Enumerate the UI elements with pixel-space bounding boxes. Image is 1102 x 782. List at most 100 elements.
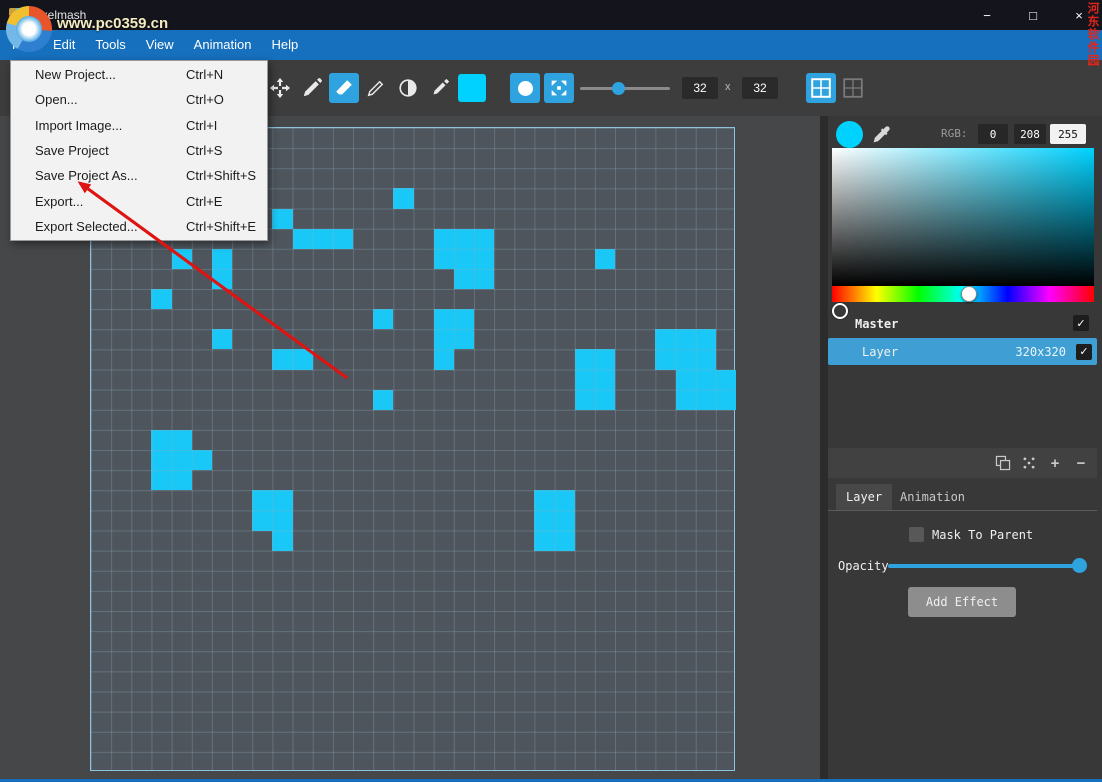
brush-shape-button[interactable] — [510, 73, 540, 103]
pen-tool-button[interactable] — [425, 73, 455, 103]
canvas-pixel — [373, 309, 393, 329]
canvas-pixel — [333, 229, 353, 249]
menu-item-open[interactable]: Open...Ctrl+O — [11, 87, 267, 112]
layer-visibility-checkbox[interactable]: ✓ — [1076, 344, 1092, 360]
minus-icon: − — [1077, 455, 1086, 472]
red-value-field[interactable]: 0 — [978, 124, 1008, 144]
canvas-pixel — [393, 188, 413, 208]
layer-row[interactable]: Layer 320x320 ✓ — [828, 338, 1097, 365]
saturation-value-field[interactable] — [832, 148, 1094, 286]
canvas-pixel — [434, 329, 454, 349]
tab-animation[interactable]: Animation — [890, 484, 975, 511]
canvas-pixel — [696, 390, 716, 410]
canvas-pixel — [151, 289, 171, 309]
scatter-icon — [548, 77, 570, 99]
canvas-pixel — [676, 329, 696, 349]
canvas-pixel — [575, 370, 595, 390]
canvas-pixel — [454, 229, 474, 249]
sv-marker[interactable] — [832, 303, 848, 319]
close-button[interactable]: × — [1056, 0, 1102, 30]
canvas-pixel — [172, 470, 192, 490]
eyedropper-button[interactable] — [870, 124, 892, 146]
menubar: FileEditToolsViewAnimationHelp — [0, 30, 1102, 60]
menu-item-export-selected[interactable]: Export Selected...Ctrl+Shift+E — [11, 214, 267, 239]
menu-item-label: Import Image... — [35, 118, 186, 133]
minimize-button[interactable]: − — [964, 0, 1010, 30]
current-color-circle[interactable] — [836, 121, 863, 148]
canvas-width-input[interactable] — [682, 77, 718, 99]
grid-toggle-2-button[interactable] — [838, 73, 868, 103]
merge-layer-button[interactable] — [1018, 452, 1040, 474]
maximize-button[interactable]: □ — [1010, 0, 1056, 30]
move-icon — [269, 77, 291, 99]
opacity-slider[interactable] — [888, 564, 1086, 568]
tab-divider — [828, 510, 1097, 511]
menu-item-export[interactable]: Export...Ctrl+E — [11, 188, 267, 213]
menu-item-shortcut: Ctrl+Shift+E — [186, 219, 256, 234]
opacity-slider-knob[interactable] — [1072, 558, 1087, 573]
brush-size-slider-knob[interactable] — [612, 82, 625, 95]
canvas-pixel — [434, 309, 454, 329]
scatter-button[interactable] — [544, 73, 574, 103]
eyedropper-icon — [870, 124, 892, 146]
canvas-pixel — [676, 370, 696, 390]
toolbar-color-swatch[interactable] — [458, 74, 486, 102]
master-visibility-checkbox[interactable]: ✓ — [1073, 315, 1089, 331]
brush-size-slider[interactable] — [580, 87, 670, 90]
green-value-field[interactable]: 208 — [1014, 124, 1046, 144]
canvas-pixel — [575, 390, 595, 410]
menu-item-new-project[interactable]: New Project...Ctrl+N — [11, 62, 267, 87]
menubar-item-help[interactable]: Help — [261, 30, 308, 60]
line-tool-button[interactable] — [361, 73, 391, 103]
menubar-item-animation[interactable]: Animation — [184, 30, 262, 60]
canvas-pixel — [172, 450, 192, 470]
add-effect-button[interactable]: Add Effect — [908, 587, 1016, 617]
canvas-height-input[interactable] — [742, 77, 778, 99]
canvas-pixel — [534, 510, 554, 530]
dimension-separator: x — [725, 81, 731, 93]
canvas-pixel — [676, 349, 696, 369]
canvas-pixel — [434, 349, 454, 369]
canvas-pixel — [454, 309, 474, 329]
grid-off-icon — [842, 77, 864, 99]
blue-value-field[interactable]: 255 — [1050, 124, 1086, 144]
canvas-pixel — [172, 430, 192, 450]
canvas-pixel — [151, 450, 171, 470]
grid-toggle-button[interactable] — [806, 73, 836, 103]
canvas-pixel — [655, 349, 675, 369]
canvas-pixel — [696, 370, 716, 390]
menubar-item-edit[interactable]: Edit — [43, 30, 85, 60]
menubar-item-tools[interactable]: Tools — [85, 30, 135, 60]
add-layer-button[interactable]: + — [1044, 452, 1066, 474]
eraser-icon — [333, 77, 355, 99]
hue-marker[interactable] — [961, 286, 977, 302]
menubar-item-view[interactable]: View — [136, 30, 184, 60]
tab-layer[interactable]: Layer — [836, 484, 892, 511]
pencil-tool-button[interactable] — [297, 73, 327, 103]
layer-size: 320x320 — [1015, 345, 1066, 359]
file-menu: New Project...Ctrl+NOpen...Ctrl+OImport … — [10, 60, 268, 241]
menubar-item-file[interactable]: File — [2, 30, 43, 60]
canvas-pixel — [555, 490, 575, 510]
menu-item-import-image[interactable]: Import Image...Ctrl+I — [11, 113, 267, 138]
duplicate-layer-button[interactable] — [992, 452, 1014, 474]
canvas-pixel — [716, 390, 736, 410]
canvas-pixel — [272, 510, 292, 530]
remove-layer-button[interactable]: − — [1070, 452, 1092, 474]
menu-item-label: Export Selected... — [35, 219, 186, 234]
grid-icon — [810, 77, 832, 99]
menu-item-save-project[interactable]: Save ProjectCtrl+S — [11, 138, 267, 163]
menu-item-label: Export... — [35, 194, 186, 209]
titlebar: Pixelmash − □ × — [0, 0, 1102, 30]
canvas-pixel — [434, 249, 454, 269]
eraser-tool-button[interactable] — [329, 73, 359, 103]
menu-item-save-project-as[interactable]: Save Project As...Ctrl+Shift+S — [11, 163, 267, 188]
canvas-pixel — [696, 349, 716, 369]
window-controls: − □ × — [964, 0, 1102, 30]
canvas-pixel — [474, 229, 494, 249]
move-tool-button[interactable] — [265, 73, 295, 103]
canvas-pixel — [252, 490, 272, 510]
canvas-pixel — [595, 390, 615, 410]
mask-to-parent-checkbox[interactable] — [909, 527, 924, 542]
shade-tool-button[interactable] — [393, 73, 423, 103]
